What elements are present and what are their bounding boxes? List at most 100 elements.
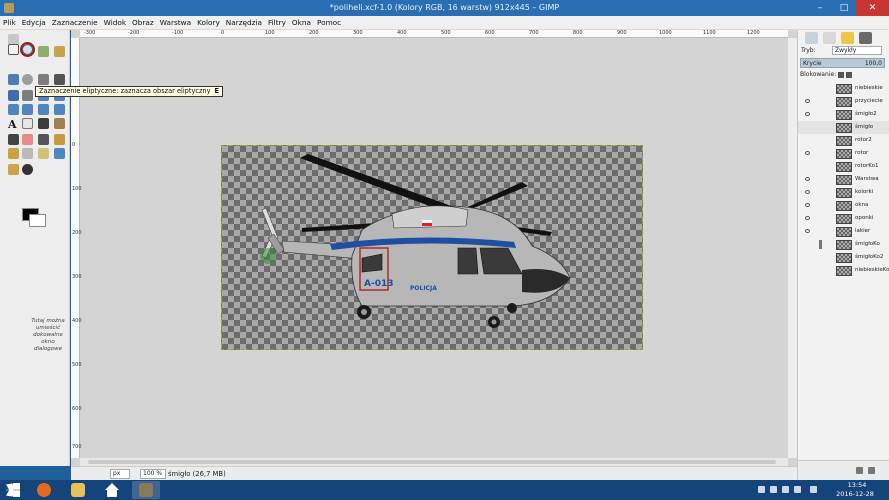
blend-icon[interactable]	[38, 118, 49, 129]
vertical-ruler[interactable]: 0 100 200 300 400 500 600 700	[71, 38, 82, 458]
menu-zaznaczenie[interactable]: Zaznaczenie	[49, 16, 101, 30]
zoom-icon[interactable]	[22, 74, 33, 85]
lasso-select-icon[interactable]	[38, 46, 49, 57]
menu-warstwa[interactable]: Warstwa	[157, 16, 194, 30]
layer-row[interactable]: oponki	[798, 212, 889, 225]
visibility-eye-icon[interactable]	[805, 177, 810, 181]
flip-icon[interactable]	[38, 104, 49, 115]
keyboard-icon[interactable]	[810, 486, 817, 493]
image-canvas[interactable]: A-013 POLICJA	[221, 145, 643, 350]
ruler-label: 200	[309, 30, 319, 36]
visibility-eye-icon[interactable]	[805, 151, 810, 155]
shear-icon[interactable]	[8, 104, 19, 115]
menu-filtry[interactable]: Filtry	[265, 16, 289, 30]
layer-chain-icon[interactable]	[819, 240, 822, 249]
rect-select-icon[interactable]	[8, 44, 19, 55]
taskbar-explorer[interactable]	[64, 481, 92, 499]
menu-obraz[interactable]: Obraz	[129, 16, 157, 30]
dodge-burn-icon[interactable]	[8, 164, 19, 175]
visibility-eye-icon[interactable]	[805, 216, 810, 220]
bucket-fill-icon[interactable]	[22, 118, 33, 129]
menu-edycja[interactable]: Edycja	[19, 16, 49, 30]
measure-icon[interactable]	[38, 74, 49, 85]
layer-row[interactable]: niebieskieKo	[798, 264, 889, 277]
unit-selector[interactable]: px	[110, 469, 130, 479]
color-select-icon[interactable]	[54, 46, 65, 57]
volume-icon[interactable]	[794, 486, 801, 493]
blur-icon[interactable]	[54, 148, 65, 159]
paintbrush-icon[interactable]	[8, 134, 19, 145]
visibility-eye-icon[interactable]	[805, 190, 810, 194]
paths-tab-icon[interactable]	[841, 32, 854, 44]
delete-layer-icon[interactable]	[868, 467, 875, 474]
layers-tab-icon[interactable]	[805, 32, 818, 44]
tray-arrow-icon[interactable]	[758, 486, 765, 493]
menu-okna[interactable]: Okna	[289, 16, 314, 30]
maximize-button[interactable]: □	[832, 0, 856, 16]
menu-kolory[interactable]: Kolory	[194, 16, 223, 30]
background-color-swatch[interactable]	[29, 214, 46, 227]
clock-time[interactable]: 13:54	[837, 481, 877, 489]
layer-row[interactable]: niebieskie	[798, 82, 889, 95]
layer-thumbnail	[836, 214, 852, 224]
layer-row[interactable]: rotor2	[798, 134, 889, 147]
layer-row[interactable]: lakier	[798, 225, 889, 238]
zoom-selector[interactable]: 100 %	[140, 469, 166, 479]
scrollbar-thumb[interactable]	[88, 460, 776, 464]
windows-start-icon[interactable]	[6, 483, 20, 497]
cage-icon[interactable]	[54, 104, 65, 115]
perspective-icon[interactable]	[22, 104, 33, 115]
color-picker-icon[interactable]	[22, 164, 33, 175]
eraser-icon[interactable]	[22, 134, 33, 145]
visibility-eye-icon[interactable]	[805, 229, 810, 233]
undo-tab-icon[interactable]	[859, 32, 872, 44]
ellipse-select-icon[interactable]	[20, 42, 35, 57]
menu-narzedzia[interactable]: Narzędzia	[223, 16, 265, 30]
taskbar-gimp[interactable]	[132, 481, 160, 499]
layer-name: okna	[855, 202, 869, 208]
lock-pixels-icon[interactable]	[838, 71, 845, 78]
layer-row[interactable]: rotorKo1	[798, 160, 889, 173]
clock-date[interactable]: 2016-12-28	[833, 490, 877, 498]
layer-row[interactable]: śmigłoKo2	[798, 251, 889, 264]
layer-row[interactable]: śmigło2	[798, 108, 889, 121]
menu-widok[interactable]: Widok	[101, 16, 129, 30]
channels-tab-icon[interactable]	[823, 32, 836, 44]
clone-icon[interactable]	[8, 148, 19, 159]
layer-row[interactable]: kolorki	[798, 186, 889, 199]
close-button[interactable]: ✕	[856, 0, 889, 16]
move-icon[interactable]	[8, 90, 19, 101]
crop-icon[interactable]	[54, 74, 65, 85]
menu-plik[interactable]: Plik	[0, 16, 19, 30]
menu-pomoc[interactable]: Pomoc	[314, 16, 344, 30]
taskbar-firefox[interactable]	[30, 481, 58, 499]
layer-row[interactable]: Warstwa	[798, 173, 889, 186]
minimize-button[interactable]: –	[808, 0, 832, 16]
vertical-scrollbar[interactable]	[788, 38, 797, 458]
visibility-eye-icon[interactable]	[805, 203, 810, 207]
mode-select[interactable]: Zwykły	[832, 46, 882, 55]
layer-row[interactable]: rotor	[798, 147, 889, 160]
network-icon[interactable]	[770, 486, 777, 493]
new-layer-icon[interactable]	[856, 467, 863, 474]
battery-icon[interactable]	[782, 486, 789, 493]
smudge-icon[interactable]	[38, 148, 49, 159]
text-tool-icon[interactable]: A	[8, 118, 19, 131]
horizontal-ruler[interactable]: -300 -200 -100 0 100 200 300 400 500 600…	[80, 30, 788, 38]
pencil-icon[interactable]	[54, 118, 65, 129]
visibility-eye-icon[interactable]	[805, 99, 810, 103]
taskbar-home[interactable]	[98, 481, 126, 499]
horizontal-scrollbar[interactable]	[80, 458, 788, 466]
heal-icon[interactable]	[22, 148, 33, 159]
layer-row[interactable]: śmigłoKo	[798, 238, 889, 251]
paths-icon[interactable]	[8, 74, 19, 85]
ink-icon[interactable]	[54, 134, 65, 145]
align-icon[interactable]	[22, 90, 33, 101]
layer-row[interactable]: okna	[798, 199, 889, 212]
layer-row[interactable]: przyciecie	[798, 95, 889, 108]
layer-row-active[interactable]: śmigło	[798, 121, 889, 134]
airbrush-icon[interactable]	[38, 134, 49, 145]
lock-alpha-icon[interactable]	[846, 71, 853, 78]
visibility-eye-icon[interactable]	[805, 112, 810, 116]
opacity-slider[interactable]: Krycie 100,0	[800, 58, 885, 68]
